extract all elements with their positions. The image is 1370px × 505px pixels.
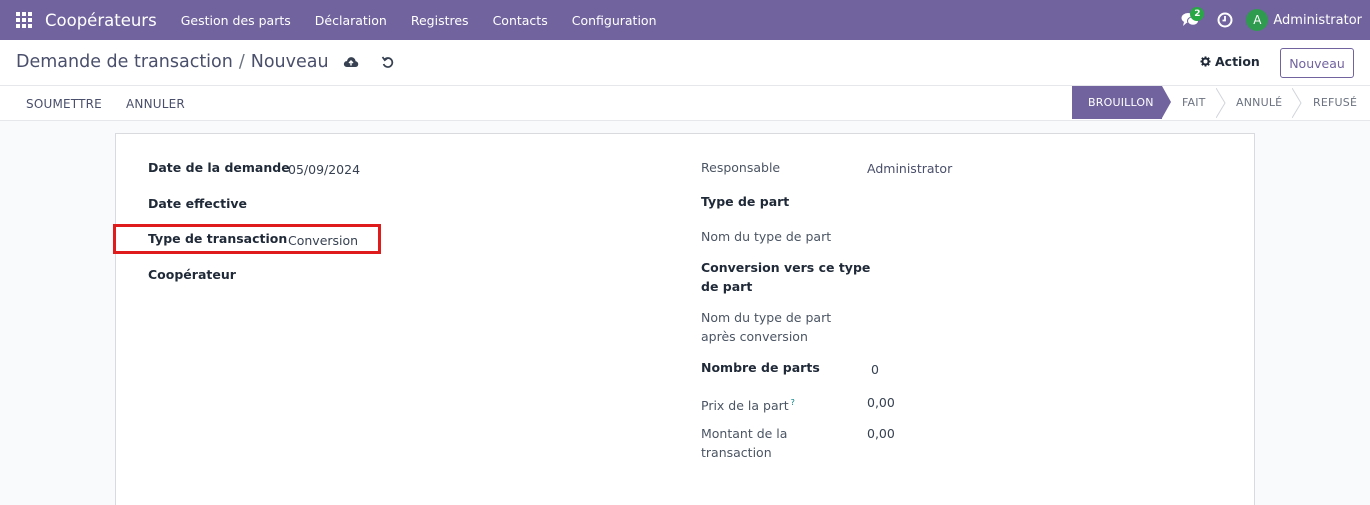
type-part-label: Type de part: [701, 194, 790, 209]
messages-badge: 2: [1190, 7, 1205, 21]
breadcrumb-separator: /: [238, 52, 245, 72]
action-button[interactable]: Action: [1200, 54, 1260, 69]
highlight-annotation: [113, 224, 381, 254]
prix-part-label: Prix de la part?: [701, 393, 795, 415]
prix-part-field: 0,00: [867, 395, 895, 410]
control-panel: Demande de transaction / Nouveau Action …: [0, 40, 1370, 86]
date-effective-label: Date effective: [148, 196, 247, 211]
menu-gestion-des-parts[interactable]: Gestion des parts: [169, 0, 303, 40]
date-effective-field[interactable]: [288, 194, 668, 213]
stage-label: REFUSÉ: [1313, 96, 1358, 109]
montant-transaction-field: 0,00: [867, 426, 895, 441]
menu-configuration[interactable]: Configuration: [560, 0, 669, 40]
montant-transaction-label-line2: transaction: [701, 445, 772, 460]
nom-apres-conversion-label-line1: Nom du type de part: [701, 310, 832, 325]
stage-divider: [1292, 88, 1302, 118]
menu-contacts[interactable]: Contacts: [481, 0, 560, 40]
breadcrumb-current: Nouveau: [250, 52, 329, 72]
menu-declaration[interactable]: Déclaration: [303, 0, 399, 40]
montant-transaction-label-line1: Montant de la: [701, 426, 788, 441]
stage-divider: [1216, 88, 1226, 118]
messages-icon[interactable]: 2: [1170, 0, 1210, 40]
status-bar: SOUMETTRE ANNULER BROUILLON FAIT ANNULÉ …: [0, 86, 1370, 121]
cooperateur-field[interactable]: [288, 265, 668, 284]
discard-undo-icon[interactable]: [381, 55, 395, 69]
nom-type-part-label: Nom du type de part: [701, 229, 832, 244]
stage-label: ANNULÉ: [1236, 96, 1283, 109]
nombre-parts-field[interactable]: 0: [871, 360, 879, 379]
nom-apres-conversion-label-line2: après conversion: [701, 329, 808, 344]
responsable-field[interactable]: Administrator: [867, 159, 952, 178]
new-button[interactable]: Nouveau: [1280, 48, 1354, 78]
stage-annule[interactable]: ANNULÉ: [1236, 86, 1282, 119]
help-tooltip-icon[interactable]: ?: [791, 398, 795, 407]
user-menu[interactable]: Administrator: [1273, 13, 1362, 28]
stage-label: FAIT: [1182, 96, 1206, 109]
action-label: Action: [1215, 54, 1260, 69]
conversion-type-field[interactable]: [867, 258, 1217, 277]
date-demande-label: Date de la demande: [148, 160, 290, 175]
conversion-type-label-line1: Conversion vers ce type: [701, 260, 871, 275]
apps-menu-icon[interactable]: [0, 0, 48, 40]
gear-icon: [1200, 56, 1211, 67]
nombre-parts-label: Nombre de parts: [701, 360, 820, 375]
breadcrumb: Demande de transaction / Nouveau: [16, 52, 395, 72]
conversion-type-label-line2: de part: [701, 279, 753, 294]
stage-brouillon[interactable]: BROUILLON: [1072, 86, 1162, 119]
stage-refuse[interactable]: REFUSÉ: [1313, 86, 1357, 119]
top-navbar: Coopérateurs Gestion des parts Déclarati…: [0, 0, 1370, 40]
prix-part-label-text: Prix de la part: [701, 398, 789, 414]
cooperateur-label: Coopérateur: [148, 267, 236, 282]
user-avatar[interactable]: A: [1246, 9, 1269, 31]
stage-fait[interactable]: FAIT: [1182, 86, 1206, 119]
stage-arrow: [1162, 86, 1171, 118]
date-demande-field[interactable]: 05/09/2024: [288, 160, 360, 179]
submit-button[interactable]: SOUMETTRE: [26, 86, 102, 121]
activity-clock-icon[interactable]: [1210, 0, 1240, 40]
save-cloud-icon[interactable]: [343, 55, 359, 69]
responsable-label: Responsable: [701, 160, 781, 175]
app-title[interactable]: Coopérateurs: [45, 11, 157, 30]
type-part-field[interactable]: [867, 192, 1217, 211]
breadcrumb-parent[interactable]: Demande de transaction: [16, 52, 233, 72]
stage-label: BROUILLON: [1088, 96, 1154, 109]
cancel-button[interactable]: ANNULER: [126, 86, 185, 121]
menu-registres[interactable]: Registres: [399, 0, 481, 40]
form-sheet: [115, 133, 1255, 505]
